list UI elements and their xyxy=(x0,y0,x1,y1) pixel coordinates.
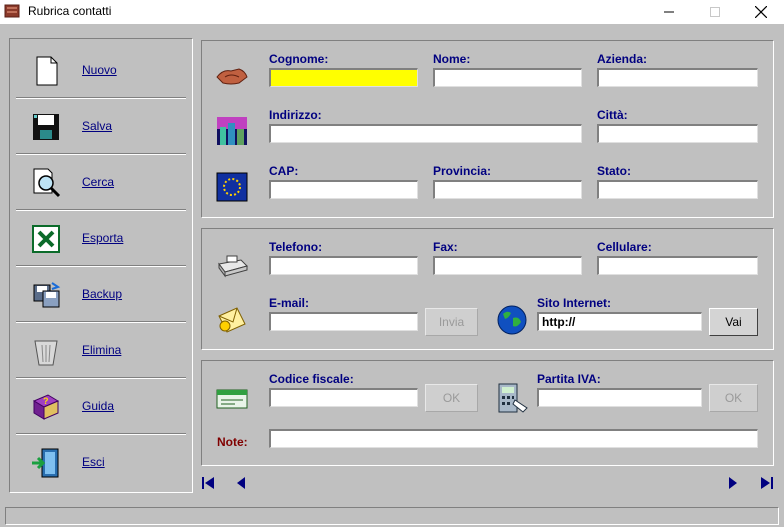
codice-fiscale-ok-button[interactable]: OK xyxy=(425,384,478,412)
maximize-icon xyxy=(710,7,720,17)
note-label: Note: xyxy=(217,435,248,449)
id-card-icon xyxy=(216,389,248,409)
trash-icon xyxy=(34,340,58,366)
minimize-icon xyxy=(664,11,674,13)
sidebar-item-salva[interactable]: Salva xyxy=(16,99,186,153)
previous-record-icon[interactable] xyxy=(234,475,248,491)
fax-machine-icon xyxy=(218,255,248,278)
help-book-icon: ? xyxy=(32,394,60,420)
fax-label: Fax: xyxy=(433,240,458,254)
nome-field[interactable] xyxy=(433,68,582,87)
next-record-icon[interactable] xyxy=(726,475,740,491)
status-bar xyxy=(5,507,779,525)
sidebar-item-label: Cerca xyxy=(82,175,115,189)
provincia-field[interactable] xyxy=(433,180,582,199)
fax-field[interactable] xyxy=(433,256,582,275)
partita-iva-ok-button[interactable]: OK xyxy=(709,384,758,412)
sito-internet-field[interactable] xyxy=(537,312,702,331)
close-icon xyxy=(755,6,767,18)
first-record-icon[interactable] xyxy=(200,475,216,491)
sidebar-item-esci[interactable]: Esci xyxy=(16,435,186,489)
cap-label: CAP: xyxy=(269,164,299,178)
sidebar-item-label: Nuovo xyxy=(82,63,117,77)
telefono-field[interactable] xyxy=(269,256,418,275)
sidebar-item-label: Salva xyxy=(82,119,113,133)
window-title: Rubrica contatti xyxy=(28,4,112,18)
sidebar-item-label: Guida xyxy=(82,399,115,413)
telefono-label: Telefono: xyxy=(269,240,323,254)
backup-icon xyxy=(33,282,61,308)
title-bar: Rubrica contatti xyxy=(0,0,784,24)
cap-field[interactable] xyxy=(269,180,418,199)
minimize-button[interactable] xyxy=(646,0,692,24)
sidebar-item-backup[interactable]: Backup xyxy=(16,267,186,321)
sidebar-item-nuovo[interactable]: Nuovo xyxy=(16,43,186,97)
citta-label: Città: xyxy=(597,108,628,122)
excel-icon xyxy=(32,225,60,253)
email-envelope-icon xyxy=(218,307,246,333)
calculator-icon xyxy=(498,383,528,413)
note-field[interactable] xyxy=(269,429,758,448)
cellulare-field[interactable] xyxy=(597,256,758,275)
maximize-button[interactable] xyxy=(692,0,738,24)
sito-internet-label: Sito Internet: xyxy=(537,296,611,310)
globe-icon xyxy=(497,305,527,335)
indirizzo-field[interactable] xyxy=(269,124,582,143)
codice-fiscale-label: Codice fiscale: xyxy=(269,372,354,386)
codice-fiscale-field[interactable] xyxy=(269,388,418,407)
exit-door-icon xyxy=(32,448,59,478)
close-button[interactable] xyxy=(738,0,784,24)
city-building-icon xyxy=(217,117,247,145)
stato-label: Stato: xyxy=(597,164,631,178)
cognome-label: Cognome: xyxy=(269,52,329,66)
vai-button[interactable]: Vai xyxy=(709,308,758,336)
sidebar: Nuovo Salva Cerca Esporta Backup Elimina… xyxy=(9,38,193,493)
sidebar-item-cerca[interactable]: Cerca xyxy=(16,155,186,209)
sidebar-item-guida[interactable]: ? Guida xyxy=(16,379,186,433)
provincia-label: Provincia: xyxy=(433,164,492,178)
new-document-icon xyxy=(36,56,58,86)
sidebar-item-label: Elimina xyxy=(82,343,122,357)
sidebar-item-label: Esporta xyxy=(82,231,124,245)
email-label: E-mail: xyxy=(269,296,310,310)
email-field[interactable] xyxy=(269,312,418,331)
stato-field[interactable] xyxy=(597,180,758,199)
nome-label: Nome: xyxy=(433,52,471,66)
partita-iva-field[interactable] xyxy=(537,388,702,407)
azienda-label: Azienda: xyxy=(597,52,648,66)
partita-iva-label: Partita IVA: xyxy=(537,372,601,386)
invia-button[interactable]: Invia xyxy=(425,308,478,336)
indirizzo-label: Indirizzo: xyxy=(269,108,322,122)
cognome-field[interactable] xyxy=(269,68,418,87)
cellulare-label: Cellulare: xyxy=(597,240,652,254)
floppy-disk-icon xyxy=(33,114,59,140)
svg-text:?: ? xyxy=(43,396,49,406)
sidebar-item-label: Backup xyxy=(82,287,123,301)
sidebar-item-elimina[interactable]: Elimina xyxy=(16,323,186,377)
sidebar-item-esporta[interactable]: Esporta xyxy=(16,211,186,265)
handshake-icon xyxy=(216,68,248,85)
azienda-field[interactable] xyxy=(597,68,758,87)
address-book-icon xyxy=(4,4,20,18)
eu-flag-icon xyxy=(216,172,248,202)
sidebar-item-label: Esci xyxy=(82,455,105,469)
citta-field[interactable] xyxy=(597,124,758,143)
search-magnifier-icon xyxy=(33,168,61,198)
last-record-icon[interactable] xyxy=(759,475,775,491)
